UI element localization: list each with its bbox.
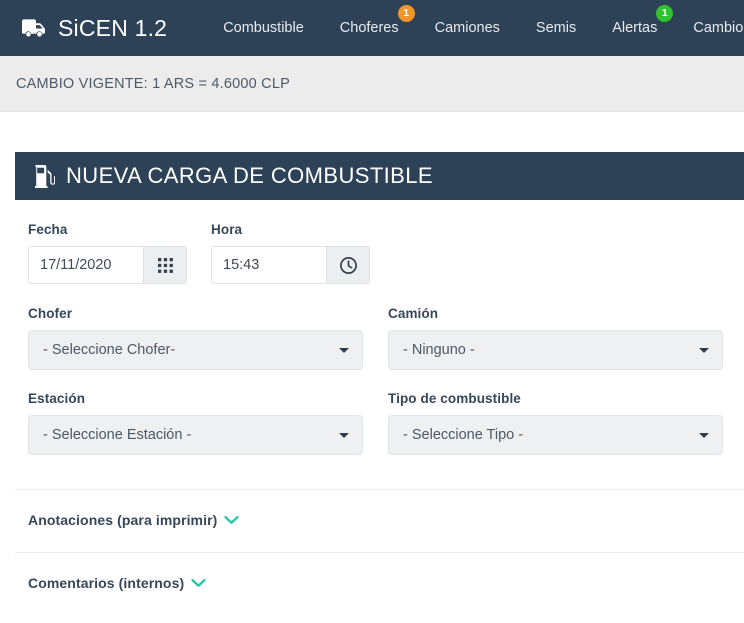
camion-label: Camión [388, 306, 439, 321]
chofer-select[interactable]: - Seleccione Chofer- [28, 330, 363, 370]
brand-logo[interactable]: SiCEN 1.2 [22, 15, 167, 42]
collapsible-comentarios[interactable]: Comentarios (internos) [15, 553, 744, 615]
chofer-label: Chofer [28, 306, 73, 321]
chevron-down-icon [224, 515, 240, 525]
panel-header: NUEVA CARGA DE COMBUSTIBLE [15, 152, 744, 200]
field-hora: Hora [211, 222, 370, 284]
brand-label: SiCEN 1.2 [58, 14, 168, 41]
nav-item-camiones[interactable]: Camiones [417, 14, 518, 42]
panel-title: NUEVA CARGA DE COMBUSTIBLE [66, 163, 433, 188]
nav-item-cambio[interactable]: Cambio [675, 14, 744, 42]
anotaciones-toggle[interactable]: Anotaciones (para imprimir) [28, 512, 240, 528]
alertas-badge: 1 [656, 5, 674, 22]
field-fecha: Fecha [28, 222, 187, 284]
chevron-down-icon [339, 348, 349, 353]
field-chofer: Chofer - Seleccione Chofer- [28, 306, 363, 370]
hora-label: Hora [211, 222, 243, 237]
fecha-input[interactable] [28, 246, 143, 284]
truck-icon [22, 18, 47, 38]
estacion-label: Estación [28, 391, 86, 406]
estacion-select[interactable]: - Seleccione Estación - [28, 415, 363, 455]
clock-icon [339, 256, 358, 275]
nav-item-label: Cambio [693, 20, 744, 36]
nav-item-label: Choferes [339, 20, 399, 36]
tipo-combustible-select-value: - Seleccione Tipo - [403, 427, 524, 443]
anotaciones-label: Anotaciones (para imprimir) [28, 512, 218, 528]
nav-item-label: Alertas [612, 20, 658, 36]
chevron-down-icon [339, 433, 349, 438]
new-fuel-load-panel: NUEVA CARGA DE COMBUSTIBLE Fecha 17/11/2… [15, 152, 744, 615]
hora-input[interactable] [211, 246, 326, 284]
form-row-chofer-camion: Chofer - Seleccione Chofer- Camión - Nin… [15, 306, 744, 370]
choferes-badge: 1 [397, 5, 415, 22]
form-row-date-time: Fecha 17/11/2020 Hora 15:43 [15, 222, 744, 284]
tipo-combustible-select[interactable]: - Seleccione Tipo - [388, 415, 723, 455]
content-area: NUEVA CARGA DE COMBUSTIBLE Fecha 17/11/2… [0, 112, 744, 615]
form-row-estacion-tipo: Estación - Seleccione Estación - Tipo de… [15, 391, 744, 455]
calendar-icon [157, 257, 173, 273]
estacion-select-value: - Seleccione Estación - [43, 427, 192, 443]
field-camion: Camión - Ninguno - [388, 306, 723, 370]
nav-item-label: Camiones [434, 20, 500, 36]
chofer-select-value: - Seleccione Chofer- [43, 342, 176, 358]
tipo-combustible-label: Tipo de combustible [388, 391, 521, 406]
clock-button[interactable] [326, 246, 370, 284]
chevron-down-icon [699, 433, 709, 438]
nav-item-alertas[interactable]: Alertas 1 [594, 5, 675, 42]
camion-select-value: - Ninguno - [403, 342, 475, 358]
panel-body: Fecha 17/11/2020 Hora 15:43 Chofer - Sel… [15, 200, 744, 615]
comentarios-label: Comentarios (internos) [28, 575, 185, 591]
fecha-label: Fecha [28, 222, 68, 237]
camion-select[interactable]: - Ninguno - [388, 330, 723, 370]
comentarios-toggle[interactable]: Comentarios (internos) [28, 575, 206, 591]
hora-input-group [211, 246, 370, 284]
field-estacion: Estación - Seleccione Estación - [28, 391, 363, 455]
top-navbar: SiCEN 1.2 Combustible Choferes 1 Camione… [0, 0, 744, 56]
chevron-down-icon [699, 348, 709, 353]
exchange-rate-text: CAMBIO VIGENTE: 1 ARS = 4.6000 CLP [16, 75, 290, 92]
nav-item-choferes[interactable]: Choferes 1 [322, 5, 417, 42]
field-tipo-combustible: Tipo de combustible - Seleccione Tipo - [388, 391, 723, 455]
nav-item-label: Semis [535, 20, 577, 36]
calendar-button[interactable] [143, 246, 187, 284]
nav-links: Combustible Choferes 1 Camiones Semis Al… [211, 5, 744, 42]
chevron-down-icon [191, 578, 206, 588]
exchange-rate-bar: CAMBIO VIGENTE: 1 ARS = 4.6000 CLP [0, 56, 744, 112]
fuel-pump-icon [35, 164, 55, 188]
fecha-input-group [28, 246, 187, 284]
nav-item-semis[interactable]: Semis [518, 14, 594, 42]
collapsible-anotaciones[interactable]: Anotaciones (para imprimir) [15, 490, 744, 552]
nav-item-combustible[interactable]: Combustible [211, 14, 322, 42]
nav-item-label: Combustible [223, 20, 304, 36]
